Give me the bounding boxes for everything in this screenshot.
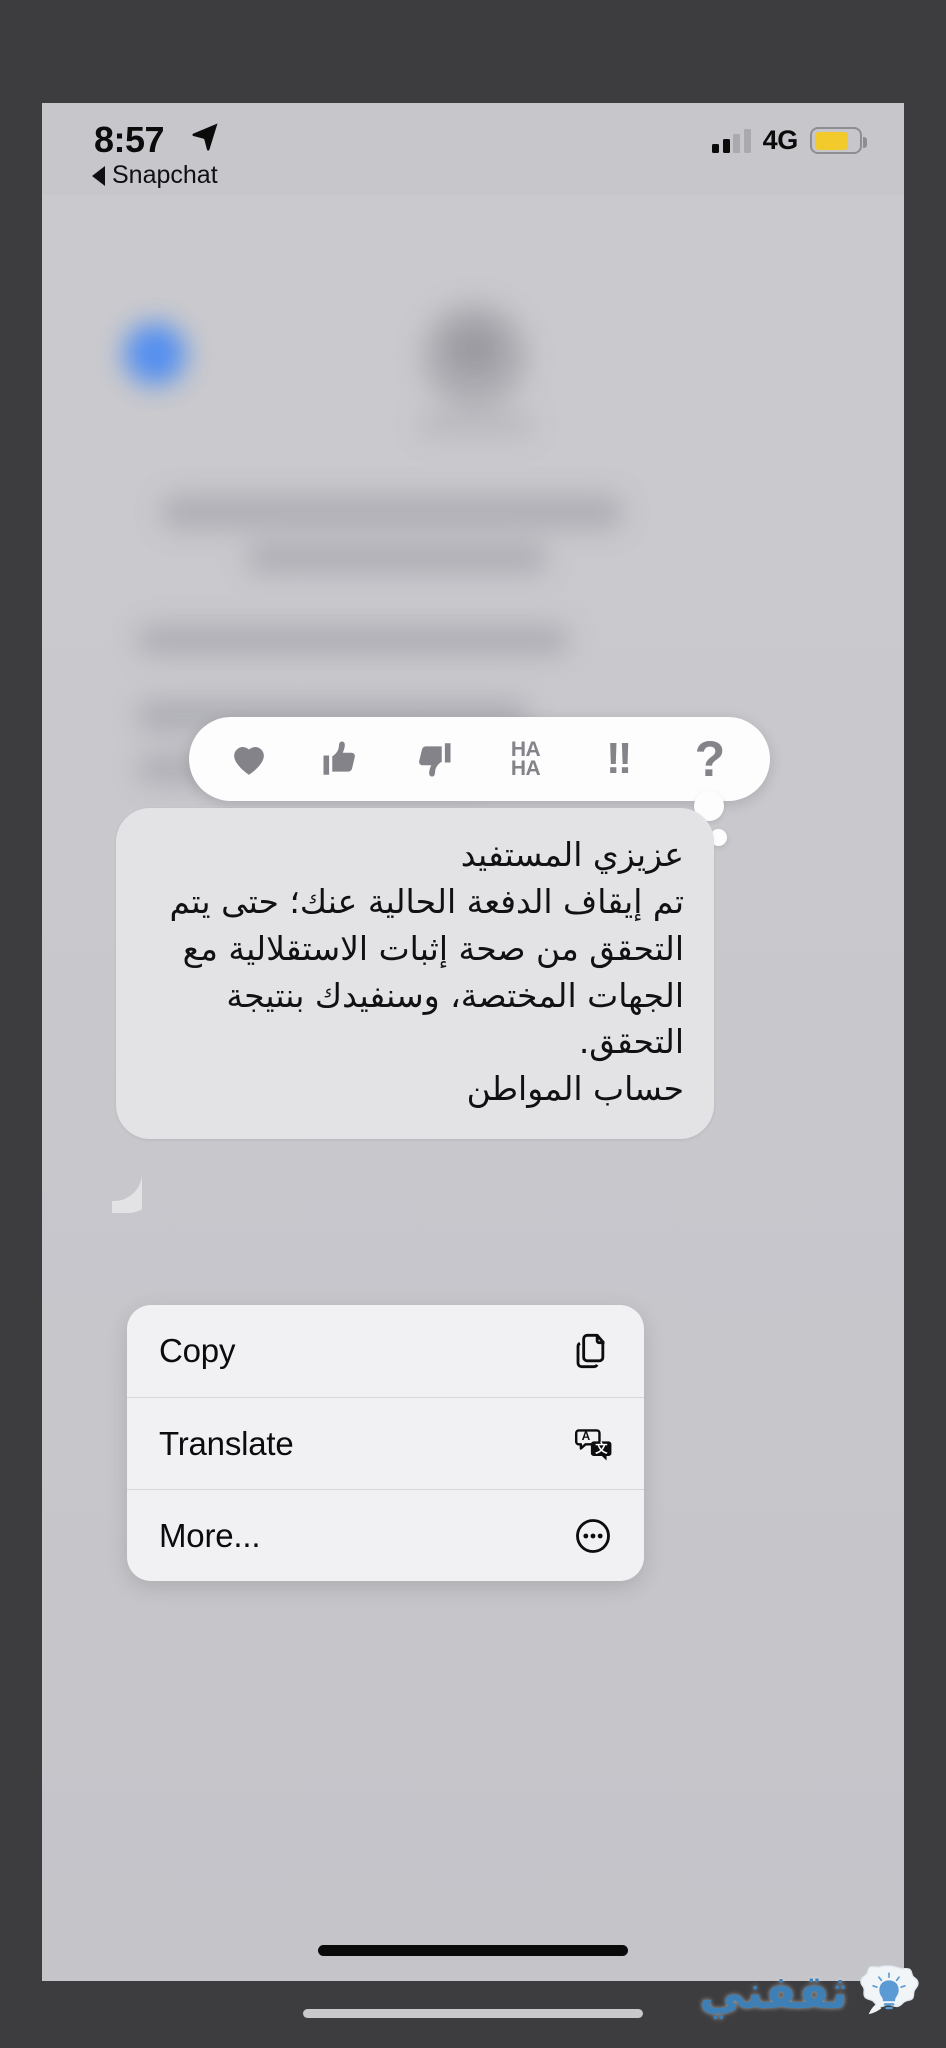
message-text: عزيزي المستفيد تم إيقاف الدفعة الحالية ع…	[169, 835, 684, 1109]
copy-pages-icon	[570, 1328, 616, 1374]
blurred-contact-avatar	[422, 303, 527, 408]
context-menu-item-more[interactable]: More...	[127, 1489, 644, 1581]
blurred-back-button	[124, 323, 186, 385]
haha-reaction-button[interactable]: HA HA	[493, 726, 559, 792]
svg-text:A: A	[582, 1429, 591, 1443]
back-app-label: Snapchat	[112, 161, 218, 189]
device-home-indicator[interactable]	[303, 2009, 643, 2018]
thumbs-down-icon	[412, 738, 454, 780]
tapback-reaction-bar[interactable]: HA HA !! ?	[189, 717, 770, 801]
context-menu-item-copy[interactable]: Copy	[127, 1305, 644, 1397]
thumbs-down-reaction-button[interactable]	[400, 726, 466, 792]
home-indicator[interactable]	[318, 1945, 628, 1956]
status-right-group: 4G	[712, 125, 867, 156]
copy-label: Copy	[159, 1332, 236, 1369]
haha-line-2: HA	[510, 757, 541, 780]
blurred-contact-name	[420, 413, 532, 435]
heart-icon	[228, 738, 270, 780]
blurred-message-line	[138, 625, 568, 655]
message-bubble[interactable]: عزيزي المستفيد تم إيقاف الدفعة الحالية ع…	[116, 808, 714, 1140]
ellipsis-circle-icon	[570, 1513, 616, 1559]
question-reaction-button[interactable]: ?	[677, 726, 743, 792]
watermark-text: ثقفني	[699, 1965, 849, 2019]
battery-nub	[863, 137, 867, 148]
phone-screenshot: 8:57 Snapchat 4G HA HA !! ? عزيزي المستف…	[42, 103, 904, 1981]
thumbs-up-icon	[320, 738, 362, 780]
network-type-label: 4G	[762, 125, 799, 155]
battery-icon	[810, 127, 867, 154]
context-menu-item-translate[interactable]: Translate A 文	[127, 1397, 644, 1489]
screen-root: 8:57 Snapchat 4G HA HA !! ? عزيزي المستف…	[0, 0, 946, 2048]
battery-fill	[814, 131, 849, 150]
svg-text:文: 文	[595, 1440, 608, 1455]
blurred-message-line	[247, 543, 547, 573]
more-label: More...	[159, 1516, 261, 1554]
question-mark-icon: ?	[694, 731, 726, 787]
blurred-message-line	[162, 495, 622, 529]
status-bar: 8:57 Snapchat 4G	[42, 103, 904, 195]
exclamation-reaction-button[interactable]: !!	[585, 726, 651, 792]
translate-icon: A 文	[570, 1421, 616, 1467]
haha-icon: HA HA	[510, 739, 541, 780]
context-menu[interactable]: Copy Translate A 文 More...	[127, 1305, 644, 1581]
back-triangle-icon	[92, 165, 105, 186]
heart-reaction-button[interactable]	[216, 726, 282, 792]
site-watermark: ثقفني	[699, 1964, 920, 2020]
thumbs-up-reaction-button[interactable]	[308, 726, 374, 792]
status-time: 8:57	[94, 119, 165, 160]
message-bubble-tail	[98, 1171, 142, 1215]
lightbulb-speech-bubble-icon	[860, 1965, 919, 2015]
cellular-signal-icon	[712, 128, 751, 153]
back-to-app-button[interactable]: Snapchat	[92, 161, 218, 190]
double-exclamation-icon: !!	[606, 734, 632, 783]
translate-label: Translate	[159, 1424, 294, 1462]
location-arrow-icon	[190, 121, 220, 151]
